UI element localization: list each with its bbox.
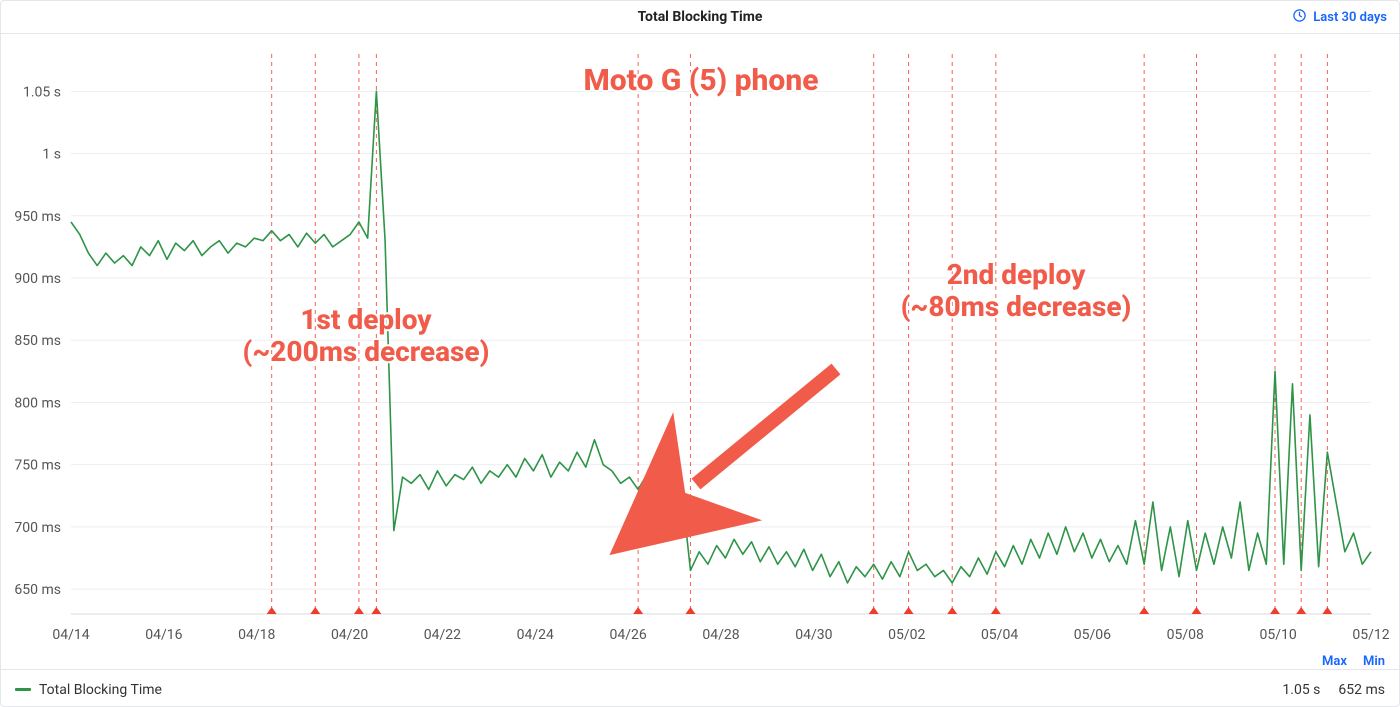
svg-text:04/14: 04/14 <box>52 627 89 643</box>
clock-icon <box>1292 8 1307 27</box>
svg-text:1 s: 1 s <box>42 147 61 163</box>
svg-text:900 ms: 900 ms <box>14 271 61 287</box>
panel-footer: Total Blocking Time 1.05 s 652 ms <box>1 669 1399 707</box>
svg-text:05/08: 05/08 <box>1167 627 1204 643</box>
svg-text:05/04: 05/04 <box>981 627 1018 643</box>
svg-text:700 ms: 700 ms <box>14 520 61 536</box>
chart-area[interactable]: 650 ms 700 ms 750 ms 800 ms 850 ms 900 ms 950 … <box>1 34 1399 669</box>
max-label[interactable]: Max <box>1322 654 1347 669</box>
svg-text:04/24: 04/24 <box>517 627 554 643</box>
svg-text:04/16: 04/16 <box>145 627 182 643</box>
svg-text:05/10: 05/10 <box>1260 627 1297 643</box>
svg-text:750 ms: 750 ms <box>14 458 61 474</box>
svg-text:04/20: 04/20 <box>331 627 368 643</box>
time-range-picker[interactable]: Last 30 days <box>1292 1 1387 33</box>
svg-text:950 ms: 950 ms <box>14 209 61 225</box>
min-value: 652 ms <box>1338 682 1385 698</box>
max-value: 1.05 s <box>1282 682 1320 698</box>
svg-text:04/30: 04/30 <box>795 627 832 643</box>
line-chart: 650 ms 700 ms 750 ms 800 ms 850 ms 900 ms 950 … <box>1 34 1400 669</box>
time-range-label: Last 30 days <box>1313 10 1387 25</box>
legend-label: Total Blocking Time <box>39 682 162 698</box>
svg-text:05/02: 05/02 <box>888 627 925 643</box>
svg-text:800 ms: 800 ms <box>14 395 61 411</box>
min-max-labels: Max Min <box>1322 613 1385 669</box>
svg-text:650 ms: 650 ms <box>14 582 61 598</box>
legend-item[interactable]: Total Blocking Time <box>15 682 162 698</box>
svg-text:04/26: 04/26 <box>610 627 647 643</box>
min-label[interactable]: Min <box>1363 654 1385 669</box>
legend-swatch <box>15 688 31 691</box>
monitoring-panel: Total Blocking Time Last 30 days 650 ms 7… <box>0 0 1400 707</box>
svg-text:1.05 s: 1.05 s <box>23 84 61 100</box>
svg-text:05/06: 05/06 <box>1074 627 1111 643</box>
svg-text:850 ms: 850 ms <box>14 333 61 349</box>
svg-text:04/22: 04/22 <box>424 627 461 643</box>
svg-text:04/18: 04/18 <box>238 627 275 643</box>
panel-header: Total Blocking Time Last 30 days <box>1 1 1399 34</box>
svg-text:04/28: 04/28 <box>702 627 739 643</box>
panel-title: Total Blocking Time <box>638 9 763 25</box>
